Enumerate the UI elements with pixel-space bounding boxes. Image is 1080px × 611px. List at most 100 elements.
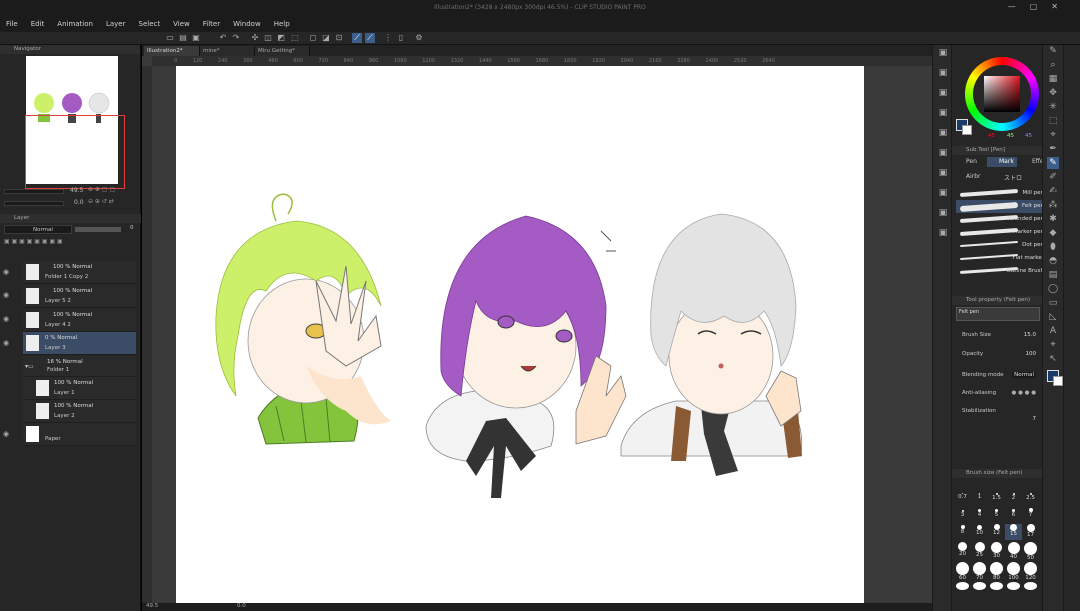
menu-window[interactable]: Window <box>233 20 261 28</box>
layer-row[interactable]: 100 % Normal Layer 2 <box>23 400 136 423</box>
size-cell[interactable]: 80 <box>988 562 1005 581</box>
menu-edit[interactable]: Edit <box>31 20 45 28</box>
tab-illustration2[interactable]: Illustration2* <box>144 46 200 56</box>
panel-icon[interactable]: ▣ <box>937 67 949 79</box>
zoom-slider[interactable] <box>4 189 64 194</box>
eye-icon[interactable]: ◉ <box>3 430 11 438</box>
layer-opacity-slider[interactable] <box>75 227 121 232</box>
antialiasing-row[interactable]: Anti-aliasing ● ● ● ● <box>962 390 1042 400</box>
eraser-icon[interactable]: ◆ <box>1047 227 1059 239</box>
fill-icon[interactable]: ◩ <box>276 33 286 43</box>
brush-size-row[interactable]: Brush Size 15.0 <box>962 332 1042 342</box>
layer-row[interactable]: Paper <box>23 423 136 446</box>
snap-grid-icon[interactable]: ⋮ <box>383 33 393 43</box>
size-cell[interactable]: 17 <box>1022 524 1039 540</box>
size-cell[interactable]: 25 <box>971 542 988 558</box>
brush-item[interactable]: Rounded pen <box>956 213 1048 226</box>
zoom-tool-icon[interactable]: ⌕ <box>1047 59 1059 71</box>
size-cell[interactable]: 12 <box>988 524 1005 540</box>
opacity-row[interactable]: Opacity 100 <box>962 351 1042 361</box>
rotate-buttons[interactable]: ⊖ ⊕ ↺ ⇄ <box>88 198 114 205</box>
brush-item[interactable]: Mill pen <box>956 187 1048 200</box>
size-cell[interactable]: 10 <box>971 524 988 540</box>
size-cell[interactable] <box>1005 582 1022 592</box>
size-cell[interactable]: 8 <box>954 524 971 540</box>
blend-mode-select[interactable]: Normal <box>4 225 72 234</box>
size-cell[interactable]: 20 <box>954 542 971 558</box>
layer-row[interactable]: 100 % Normal Layer 4 2 <box>23 309 136 332</box>
undo-icon[interactable]: ↶ <box>218 33 228 43</box>
zoom-buttons[interactable]: ⊖ ⊕ ▢ ▢ <box>88 186 115 193</box>
menu-help[interactable]: Help <box>274 20 290 28</box>
brush-icon[interactable]: ✍ <box>1047 185 1059 197</box>
drawing-canvas[interactable] <box>176 66 864 603</box>
rotate-slider[interactable] <box>4 201 64 206</box>
menu-view[interactable]: View <box>173 20 190 28</box>
snap-ruler-icon[interactable]: ⟋ <box>352 33 362 43</box>
auto-select-icon[interactable]: ✳ <box>1047 101 1059 113</box>
size-cell[interactable]: 3 <box>954 507 971 523</box>
sub-color-swatch[interactable] <box>962 125 972 135</box>
panel-icon[interactable]: ▣ <box>937 227 949 239</box>
size-cell[interactable] <box>954 582 971 592</box>
panel-icon[interactable]: ▣ <box>937 47 949 59</box>
deselect-icon[interactable]: ◻ <box>308 33 318 43</box>
open-icon[interactable]: ▤ <box>178 33 188 43</box>
brush-item[interactable]: Outline Brush <box>956 265 1048 278</box>
size-cell[interactable]: 50 <box>1022 542 1039 561</box>
marker-icon[interactable]: ✎ <box>1047 157 1059 169</box>
select-all-icon[interactable]: ⬚ <box>290 33 300 43</box>
sub-color-icon[interactable] <box>1053 376 1063 386</box>
invert-icon[interactable]: ◪ <box>321 33 331 43</box>
tab-marker[interactable]: Mark <box>987 157 1017 167</box>
size-cell-selected[interactable]: 15 <box>1005 524 1022 540</box>
menu-select[interactable]: Select <box>139 20 161 28</box>
size-cell[interactable]: 60 <box>954 562 971 581</box>
eye-icon[interactable]: ◉ <box>3 339 11 347</box>
eye-icon[interactable]: ◉ <box>3 268 11 276</box>
menu-layer[interactable]: Layer <box>106 20 126 28</box>
brush-item[interactable]: Flat marker <box>956 252 1048 265</box>
tab-pen[interactable]: Pen <box>956 158 977 165</box>
frame-icon[interactable]: ▭ <box>1047 297 1059 309</box>
size-cell[interactable]: 100 <box>1005 562 1022 581</box>
panel-icon[interactable]: ▣ <box>937 187 949 199</box>
tab-stroke[interactable]: ストロ <box>992 173 1022 182</box>
eye-icon[interactable]: ◉ <box>3 291 11 299</box>
size-cell[interactable]: 120 <box>1022 562 1039 581</box>
size-cell[interactable]: 30 <box>988 542 1005 559</box>
pencil-icon[interactable]: ✐ <box>1047 171 1059 183</box>
brush-item[interactable]: Dot pen <box>956 239 1048 252</box>
size-cell[interactable]: 4 <box>971 507 988 523</box>
decoration-icon[interactable]: ✱ <box>1047 213 1059 225</box>
brush-preset-preview[interactable]: Felt pen <box>956 307 1040 321</box>
size-cell[interactable]: 7 <box>1022 507 1039 523</box>
size-cell[interactable] <box>1022 582 1039 592</box>
menu-animation[interactable]: Animation <box>57 20 93 28</box>
eyedropper-icon[interactable]: ⌖ <box>1047 129 1059 141</box>
layer-row-selected[interactable]: 0 % Normal Layer 3 <box>23 332 136 355</box>
redo-icon[interactable]: ↷ <box>231 33 241 43</box>
menu-file[interactable]: File <box>6 20 18 28</box>
figure-icon[interactable]: ◯ <box>1047 283 1059 295</box>
panel-icon[interactable]: ▣ <box>937 87 949 99</box>
menu-filter[interactable]: Filter <box>203 20 220 28</box>
saturation-value-square[interactable] <box>984 76 1020 112</box>
transform-icon[interactable]: ✣ <box>250 33 260 43</box>
size-cell[interactable] <box>988 582 1005 592</box>
antialiasing-options[interactable]: ● ● ● ● <box>1012 390 1036 396</box>
blending-mode-select[interactable]: Normal <box>1012 372 1036 378</box>
gradient-icon[interactable]: ▤ <box>1047 269 1059 281</box>
clear-icon[interactable]: ◫ <box>263 33 273 43</box>
airbrush-icon[interactable]: ⁂ <box>1047 199 1059 211</box>
panel-icon[interactable]: ▣ <box>937 147 949 159</box>
move-tool-icon[interactable]: ✥ <box>1047 87 1059 99</box>
size-cell[interactable] <box>971 582 988 592</box>
eye-icon[interactable]: ◉ <box>3 315 11 323</box>
rotate-row[interactable]: 0.0 ⊖ ⊕ ↺ ⇄ <box>4 198 136 207</box>
text-icon[interactable]: A <box>1047 325 1059 337</box>
tab-airbrush[interactable]: Airbr <box>956 173 981 180</box>
pen-icon[interactable]: ✒ <box>1047 143 1059 155</box>
window-controls[interactable]: —▢✕ <box>1008 2 1072 11</box>
panel-icon[interactable]: ▣ <box>937 127 949 139</box>
